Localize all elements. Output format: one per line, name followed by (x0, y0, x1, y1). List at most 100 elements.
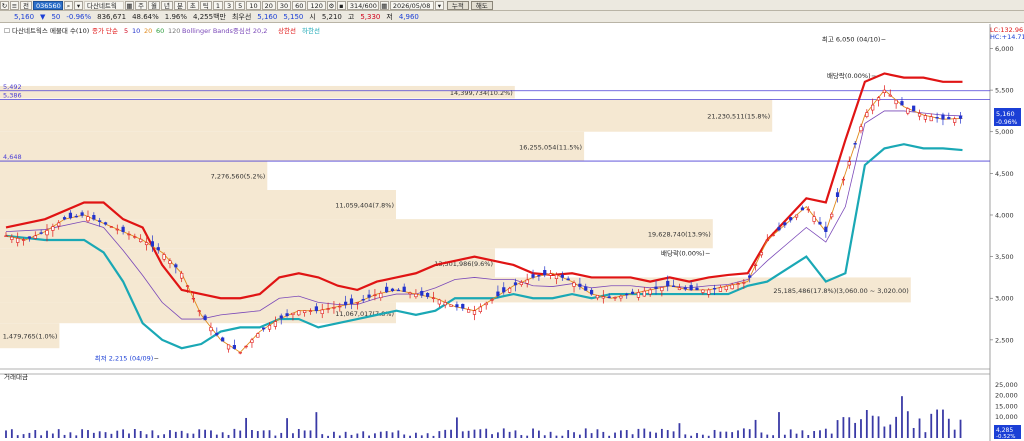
candle-body (402, 286, 406, 292)
candle-body (273, 321, 277, 327)
candle-body (935, 117, 939, 119)
best-ask: 5,160 (257, 12, 278, 21)
low-label: 저 (386, 12, 393, 21)
arrow-down-icon[interactable]: ▾ (73, 0, 83, 10)
candle-body (449, 304, 453, 307)
count-field[interactable]: 314/600 (346, 0, 379, 10)
candle-body (701, 289, 705, 293)
volume-bar (338, 435, 341, 438)
volume-bar (824, 428, 827, 438)
search-icon[interactable]: ⌕ (63, 0, 73, 10)
period-second[interactable]: 초 (186, 0, 199, 10)
candle-body (279, 315, 283, 319)
volume-bar (795, 433, 798, 438)
candle-body (109, 226, 114, 228)
interval-1[interactable]: 1 (212, 0, 224, 10)
volume-bar (877, 416, 880, 438)
candle-body (461, 303, 465, 309)
period-month[interactable]: 월 (147, 0, 160, 10)
candle-body (642, 290, 646, 297)
candle-body (221, 337, 225, 342)
candle-body (742, 282, 746, 284)
volume-bar (356, 433, 359, 438)
candle-body (332, 307, 336, 309)
stock-code-input[interactable]: 036560 (32, 0, 63, 10)
settings-icon[interactable]: ⚙ (326, 0, 336, 10)
candle-body (80, 212, 84, 216)
volume-bar (707, 435, 710, 438)
candle-body (285, 313, 289, 317)
volume-bar (807, 435, 810, 438)
candle-body (543, 270, 547, 276)
candle-body (62, 217, 67, 220)
grid-icon[interactable]: ▦ (124, 0, 134, 10)
candle-body (806, 208, 810, 211)
interval-10[interactable]: 10 (246, 0, 261, 10)
candle-body (162, 254, 166, 260)
legend-checkbox-icon[interactable]: ☐ (4, 27, 10, 35)
volume-bar (87, 430, 89, 438)
calendar-icon[interactable]: ▦ (379, 0, 389, 10)
volume-bar (819, 430, 821, 438)
mode-select[interactable]: 전 (20, 0, 32, 10)
candle-body (443, 302, 447, 306)
volume-bar (40, 435, 43, 438)
volume-bar (309, 430, 312, 438)
lock-icon[interactable]: ▪ (336, 0, 346, 10)
volume-bar (719, 431, 722, 438)
candle-body (390, 288, 395, 292)
period-year[interactable]: 년 (160, 0, 173, 10)
candle-body (876, 97, 881, 101)
candle-body (777, 226, 781, 231)
volume-bar (63, 434, 66, 438)
candle-body (730, 284, 734, 290)
amount-value: 4,255백만 (193, 12, 226, 21)
volume-bar (122, 429, 125, 438)
candle-body (888, 94, 892, 97)
volume-bar (608, 435, 611, 438)
sum-button[interactable]: 누적 (446, 0, 469, 10)
interval-120[interactable]: 120 (307, 0, 326, 10)
candle-body (244, 345, 248, 348)
volume-bar (508, 431, 511, 438)
menu-icon[interactable]: ≡ (10, 0, 19, 10)
date-dropdown-icon[interactable]: ▾ (434, 0, 444, 10)
price-badge-value: 5,160 (996, 110, 1015, 118)
candle-body (420, 290, 424, 296)
interval-60[interactable]: 60 (292, 0, 307, 10)
volume-bar (549, 431, 552, 438)
volume-bar (848, 417, 851, 438)
legend-bb-upper: 상한선 (278, 26, 296, 35)
candle-body (303, 310, 307, 313)
vol-badge-value: 4,285 (996, 427, 1013, 434)
candle-body (765, 239, 769, 242)
candle-body (326, 308, 330, 310)
candle-body (578, 283, 582, 287)
clear-button[interactable]: 해도 (470, 0, 493, 10)
volume-bar (930, 413, 933, 438)
candle-body (27, 236, 32, 239)
period-minute[interactable]: 분 (173, 0, 186, 10)
volume-tick-label: 25,000 (995, 381, 1018, 389)
interval-3[interactable]: 3 (224, 0, 235, 10)
volume-bar (169, 430, 171, 438)
candle-body (789, 217, 793, 221)
volume-bar (953, 429, 956, 438)
volume-bar (28, 432, 31, 438)
refresh-icon[interactable]: ↻ (0, 0, 9, 10)
volume-bar (204, 429, 207, 438)
period-tick[interactable]: 틱 (199, 0, 212, 10)
volume-bar (731, 432, 734, 438)
interval-5[interactable]: 5 (235, 0, 246, 10)
interval-30[interactable]: 30 (276, 0, 292, 10)
period-week[interactable]: 주 (134, 0, 147, 10)
volume-bar (57, 429, 60, 438)
date-field[interactable]: 2026/05/08 (389, 0, 434, 10)
candle-body (525, 279, 529, 284)
volume-bar (514, 430, 517, 438)
candle-body (800, 207, 805, 211)
interval-20[interactable]: 20 (261, 0, 276, 10)
volume-bar (104, 432, 107, 438)
volume-bar (239, 430, 242, 438)
price-chart[interactable]: 14,399,734(10.2%)21,230,511(15.8%)16,255… (0, 24, 1024, 441)
